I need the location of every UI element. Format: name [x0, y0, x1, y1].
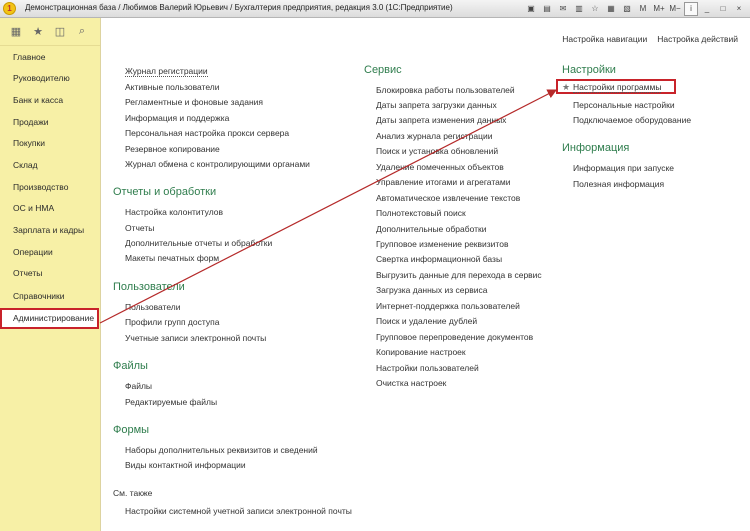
event-log-link[interactable]: Журнал регистрации — [125, 66, 208, 77]
star-icon[interactable]: ☆ — [588, 2, 602, 16]
search-icon[interactable]: ⌕ — [75, 25, 89, 38]
edited-files-link[interactable]: Редактируемые файлы — [125, 397, 217, 407]
additional-reports-link[interactable]: Дополнительные отчеты и обработки — [125, 238, 272, 248]
print-icon[interactable]: ▤ — [540, 2, 554, 16]
actions-settings-link[interactable]: Настройка действий — [657, 34, 738, 44]
service-link-17[interactable]: Групповое перепроведение документов — [376, 332, 533, 342]
service-link-20[interactable]: Очистка настроек — [376, 378, 446, 388]
navigation-settings-link[interactable]: Настройка навигации — [562, 34, 647, 44]
headers-footers-link[interactable]: Настройка колонтитулов — [125, 207, 223, 217]
service-link-8[interactable]: Автоматическое извлечение текстов — [376, 193, 520, 203]
users-link[interactable]: Пользователи — [125, 302, 180, 312]
info-support-link[interactable]: Информация и поддержка — [125, 113, 229, 123]
memory-button[interactable]: M — [636, 2, 650, 16]
scheduled-jobs-link[interactable]: Регламентные и фоновые задания — [125, 97, 263, 107]
service-link-12[interactable]: Свертка информационной базы — [376, 254, 502, 264]
memory-plus-button[interactable]: M+ — [652, 2, 666, 16]
app-logo-icon[interactable]: 1 — [3, 2, 16, 15]
useful-info-link[interactable]: Полезная информация — [573, 179, 664, 189]
sidebar-item-bank[interactable]: Банк и касса — [0, 90, 99, 111]
service-link-1[interactable]: Блокировка работы пользователей — [376, 85, 515, 95]
sidebar-item-administration[interactable]: Администрирование — [0, 308, 99, 329]
favorite-star-icon[interactable]: ★ — [562, 82, 570, 93]
window-controls: ▣ ▤ ✉ ▥ ☆ ▦ ▧ M M+ M− i _ □ × — [524, 2, 746, 16]
sidebar-toolbar: ▦ ★ ◫ ⌕ — [0, 18, 100, 46]
active-users-link[interactable]: Активные пользователи — [125, 82, 220, 92]
sidebar-item-purchases[interactable]: Покупки — [0, 133, 99, 154]
mail-icon[interactable]: ✉ — [556, 2, 570, 16]
sections-sidebar: ▦ ★ ◫ ⌕ Главное Руководителю Банк и касс… — [0, 18, 101, 531]
contact-info-types-link[interactable]: Виды контактной информации — [125, 460, 246, 470]
title-bar: 1 Демонстрационная база / Любимов Валери… — [0, 0, 750, 18]
sidebar-item-production[interactable]: Производство — [0, 177, 99, 198]
service-link-7[interactable]: Управление итогами и агрегатами — [376, 177, 510, 187]
proxy-settings-link[interactable]: Персональная настройка прокси сервера — [125, 128, 289, 138]
sidebar-item-reports[interactable]: Отчеты — [0, 263, 99, 284]
program-settings-link[interactable]: Настройки программы — [573, 82, 662, 93]
sidebar-item-catalogs[interactable]: Справочники — [0, 286, 99, 307]
service-link-11[interactable]: Групповое изменение реквизитов — [376, 239, 508, 249]
email-accounts-link[interactable]: Учетные записи электронной почты — [125, 333, 266, 343]
reports-link[interactable]: Отчеты — [125, 223, 154, 233]
sidebar-item-assets[interactable]: ОС и НМА — [0, 198, 99, 219]
calendar-icon[interactable]: ▦ — [604, 2, 618, 16]
maximize-button[interactable]: □ — [716, 2, 730, 16]
info-button[interactable]: i — [684, 2, 698, 16]
connected-equipment-link[interactable]: Подключаемое оборудование — [573, 115, 691, 125]
service-link-4[interactable]: Анализ журнала регистрации — [376, 131, 492, 141]
service-link-9[interactable]: Полнотекстовый поиск — [376, 208, 466, 218]
sidebar-item-warehouse[interactable]: Склад — [0, 155, 99, 176]
service-link-6[interactable]: Удаление помеченных объектов — [376, 162, 504, 172]
exchange-log-link[interactable]: Журнал обмена с контролирующими органами — [125, 159, 310, 169]
files-link[interactable]: Файлы — [125, 381, 152, 391]
apps-grid-icon[interactable]: ▦ — [9, 25, 23, 38]
see-also-title: См. также — [113, 488, 153, 498]
minimize-button[interactable]: _ — [700, 2, 714, 16]
service-link-2[interactable]: Даты запрета загрузки данных — [376, 100, 497, 110]
window-title: Демонстрационная база / Любимов Валерий … — [25, 3, 453, 12]
document-icon[interactable]: ▥ — [572, 2, 586, 16]
sidebar-item-operations[interactable]: Операции — [0, 242, 99, 263]
close-button[interactable]: × — [732, 2, 746, 16]
top-actions: Настройка навигации Настройка действий — [562, 34, 738, 44]
favorites-star-icon[interactable]: ★ — [31, 25, 45, 38]
save-icon[interactable]: ▣ — [524, 2, 538, 16]
startup-info-link[interactable]: Информация при запуске — [573, 163, 674, 173]
section-title-reports: Отчеты и обработки — [113, 186, 217, 198]
service-link-19[interactable]: Настройки пользователей — [376, 363, 479, 373]
section-title-settings: Настройки — [562, 64, 616, 76]
sidebar-item-payroll[interactable]: Зарплата и кадры — [0, 220, 99, 241]
calculator-icon[interactable]: ▧ — [620, 2, 634, 16]
service-link-18[interactable]: Копирование настроек — [376, 347, 466, 357]
service-link-15[interactable]: Интернет-поддержка пользователей — [376, 301, 520, 311]
history-icon[interactable]: ◫ — [53, 25, 67, 38]
program-settings-highlight[interactable]: ★ Настройки программы — [556, 79, 676, 94]
section-title-users: Пользователи — [113, 281, 185, 293]
section-title-info: Информация — [562, 142, 630, 154]
service-link-10[interactable]: Дополнительные обработки — [376, 224, 486, 234]
backup-link[interactable]: Резервное копирование — [125, 144, 220, 154]
memory-minus-button[interactable]: M− — [668, 2, 682, 16]
sidebar-item-sales[interactable]: Продажи — [0, 112, 99, 133]
sidebar-item-manager[interactable]: Руководителю — [0, 68, 99, 89]
service-link-5[interactable]: Поиск и установка обновлений — [376, 146, 498, 156]
sidebar-item-main[interactable]: Главное — [0, 47, 99, 68]
system-email-settings-link[interactable]: Настройки системной учетной записи элект… — [125, 506, 352, 516]
personal-settings-link[interactable]: Персональные настройки — [573, 100, 675, 110]
print-layouts-link[interactable]: Макеты печатных форм — [125, 253, 219, 263]
service-link-13[interactable]: Выгрузить данные для перехода в сервис — [376, 270, 542, 280]
section-title-service: Сервис — [364, 64, 402, 76]
section-title-forms: Формы — [113, 424, 150, 436]
access-profiles-link[interactable]: Профили групп доступа — [125, 317, 219, 327]
service-link-3[interactable]: Даты запрета изменения данных — [376, 115, 506, 125]
section-title-files: Файлы — [113, 360, 148, 372]
service-link-14[interactable]: Загрузка данных из сервиса — [376, 285, 487, 295]
additional-attributes-link[interactable]: Наборы дополнительных реквизитов и сведе… — [125, 445, 318, 455]
service-link-16[interactable]: Поиск и удаление дублей — [376, 316, 477, 326]
